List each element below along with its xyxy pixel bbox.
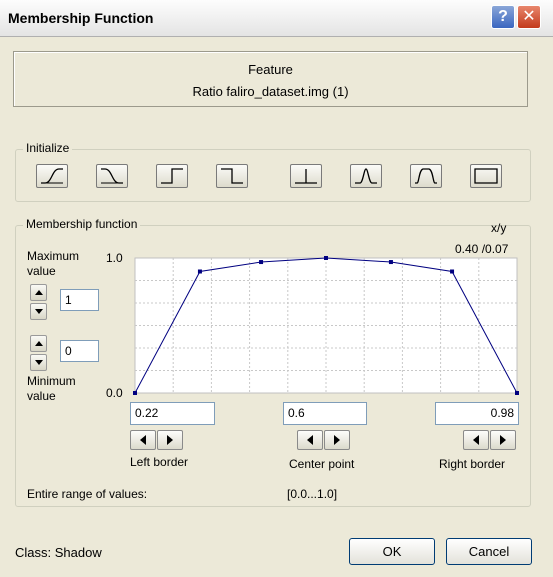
rising-s-curve-icon — [41, 168, 63, 184]
arrow-up-icon — [35, 341, 43, 346]
close-icon: ✕ — [522, 8, 536, 25]
init-falling-s-button[interactable] — [96, 164, 128, 188]
max-label-line2: value — [27, 264, 56, 278]
center-point-prev-button[interactable] — [297, 430, 323, 450]
init-falling-step-button[interactable] — [216, 164, 248, 188]
right-border-next-button[interactable] — [490, 430, 516, 450]
max-up-button[interactable] — [30, 284, 47, 301]
max-label-line1: Maximum — [27, 249, 80, 263]
trapezoid-icon — [415, 168, 437, 184]
max-value-input[interactable]: 1 — [60, 289, 99, 311]
help-button[interactable]: ? — [491, 5, 515, 29]
init-rising-step-button[interactable] — [156, 164, 188, 188]
feature-heading: Feature — [248, 62, 293, 77]
arrow-down-icon — [35, 360, 43, 365]
center-point-input[interactable]: 0.6 — [283, 402, 367, 425]
xy-value: 0.40 /0.07 — [455, 242, 509, 256]
min-value-input[interactable]: 0 — [60, 340, 99, 362]
arrow-right-icon — [334, 435, 340, 445]
falling-step-icon — [221, 168, 243, 184]
left-border-input[interactable]: 0.22 — [130, 402, 215, 425]
init-triangle-button[interactable] — [350, 164, 382, 188]
arrow-left-icon — [473, 435, 479, 445]
class-label: Class: Shadow — [15, 545, 102, 560]
feature-name: Ratio faliro_dataset.img (1) — [192, 84, 349, 99]
right-border-prev-button[interactable] — [463, 430, 489, 450]
min-label-line2: value — [27, 389, 56, 403]
triangle-icon — [355, 168, 377, 184]
help-icon: ? — [498, 8, 508, 25]
arrow-left-icon — [140, 435, 146, 445]
window-title: Membership Function — [8, 10, 154, 26]
ok-button[interactable]: OK — [349, 538, 435, 565]
right-border-input[interactable]: 0.98 — [435, 402, 519, 425]
range-label: Entire range of values: — [27, 487, 148, 501]
center-point-label: Center point — [289, 457, 355, 471]
min-label-line1: Minimum — [27, 374, 76, 388]
init-trapezoid-button[interactable] — [410, 164, 442, 188]
init-rising-s-button[interactable] — [36, 164, 68, 188]
close-button[interactable]: ✕ — [517, 5, 541, 29]
arrow-right-icon — [500, 435, 506, 445]
cancel-button[interactable]: Cancel — [446, 538, 532, 565]
range-value: [0.0...1.0] — [287, 487, 338, 501]
left-border-label: Left border — [130, 455, 189, 469]
left-border-prev-button[interactable] — [130, 430, 156, 450]
title-bar: Membership Function ? ✕ — [0, 0, 553, 37]
center-point-next-button[interactable] — [324, 430, 350, 450]
xy-label: x/y — [491, 221, 507, 235]
arrow-up-icon — [35, 290, 43, 295]
right-border-label: Right border — [439, 457, 506, 471]
min-up-button[interactable] — [30, 335, 47, 352]
rising-step-icon — [161, 168, 183, 184]
single-value-icon — [295, 169, 317, 184]
arrow-left-icon — [307, 435, 313, 445]
full-range-icon — [474, 168, 498, 184]
initialize-group — [15, 149, 531, 202]
init-full-range-button[interactable] — [470, 164, 502, 188]
feature-panel: Feature Ratio faliro_dataset.img (1) — [13, 51, 528, 107]
init-single-value-button[interactable] — [290, 164, 322, 188]
membership-label: Membership function — [23, 217, 141, 231]
max-down-button[interactable] — [30, 303, 47, 320]
min-down-button[interactable] — [30, 354, 47, 371]
falling-s-curve-icon — [101, 168, 123, 184]
arrow-down-icon — [35, 309, 43, 314]
left-border-next-button[interactable] — [157, 430, 183, 450]
arrow-right-icon — [167, 435, 173, 445]
initialize-label: Initialize — [23, 141, 73, 155]
